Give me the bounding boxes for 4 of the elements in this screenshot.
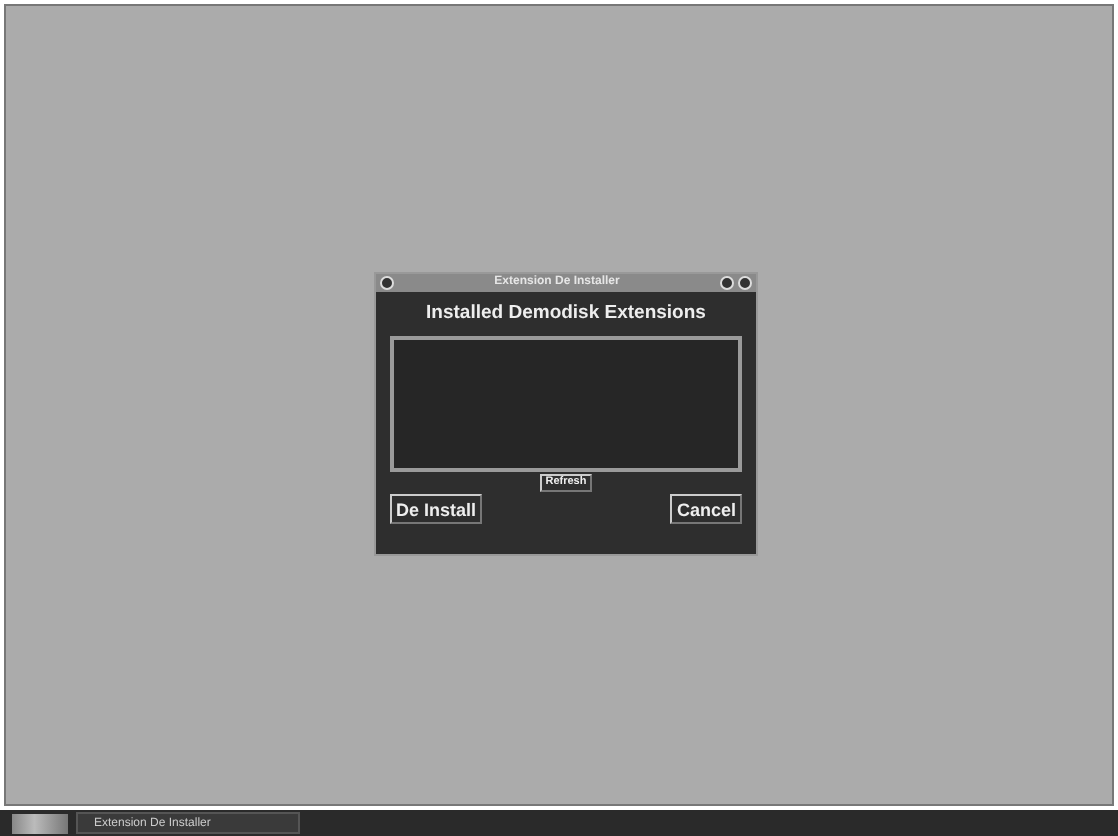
extension-list[interactable] (390, 336, 742, 472)
dialog-heading: Installed Demodisk Extensions (424, 302, 708, 324)
dialog-button[interactable]: Cancel (670, 494, 742, 524)
dialog-button[interactable]: De Install (390, 494, 483, 524)
